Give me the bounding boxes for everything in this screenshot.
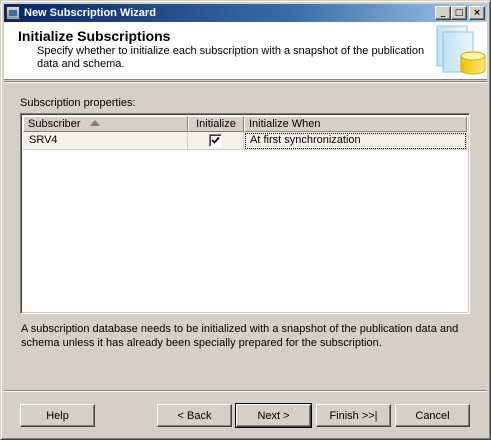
title-bar[interactable]: New Subscription Wizard _ □ × [4,4,487,22]
table-row[interactable]: SRV4 At first synchronization [23,132,467,150]
next-button[interactable]: Next > [235,403,312,428]
minimize-button[interactable]: _ [435,6,451,20]
header-separator [4,81,487,83]
footer-separator [4,390,487,392]
sort-ascending-icon [90,120,100,126]
app-icon [6,6,20,20]
checkmark-icon [211,136,220,144]
initialize-cell[interactable] [188,132,244,150]
initialization-note: A subscription database needs to be init… [21,323,459,349]
window-title: New Subscription Wizard [24,7,156,19]
wizard-window: New Subscription Wizard _ □ × Initialize… [0,0,491,440]
initialize-checkbox[interactable] [209,134,222,147]
column-header-initialize[interactable]: Initialize [188,116,244,132]
help-button[interactable]: Help [20,404,95,427]
window-controls: _ □ × [435,6,485,20]
back-button[interactable]: < Back [157,404,232,427]
column-header-subscriber[interactable]: Subscriber [23,116,188,132]
page-description: Specify whether to initialize each subsc… [37,45,425,70]
cancel-button[interactable]: Cancel [395,404,470,427]
column-header-subscriber-label: Subscriber [28,118,81,130]
wizard-header: Initialize Subscriptions Specify whether… [4,22,487,80]
page-title: Initialize Subscriptions [18,28,171,44]
close-button[interactable]: × [469,6,485,20]
column-header-initialize-when[interactable]: Initialize When [244,116,467,132]
maximize-button[interactable]: □ [451,6,467,20]
subscription-properties-grid[interactable]: Subscriber Initialize Initialize When SR… [20,113,470,314]
finish-button[interactable]: Finish >>| [316,404,391,427]
subscription-properties-label: Subscription properties: [20,97,136,109]
database-art-icon [436,25,486,75]
subscriber-cell[interactable]: SRV4 [23,132,188,150]
grid-header: Subscriber Initialize Initialize When [23,116,467,132]
initialize-when-cell[interactable]: At first synchronization [244,132,467,150]
